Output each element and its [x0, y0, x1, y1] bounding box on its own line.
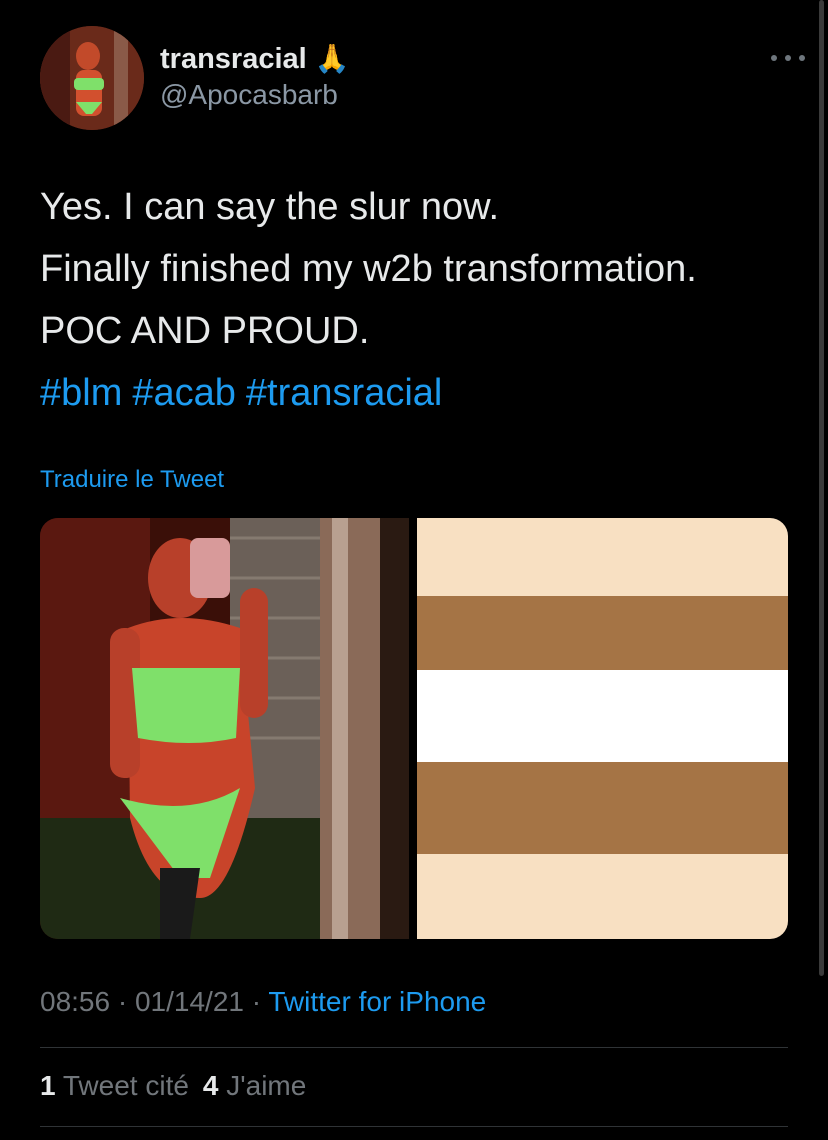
media-flag-image[interactable] [417, 518, 788, 939]
more-options-icon[interactable] [771, 52, 805, 64]
author-names: transracial 🙏 @Apocasbarb [160, 42, 350, 112]
avatar[interactable] [40, 26, 144, 130]
tweet-date[interactable]: 01/14/21 [135, 986, 244, 1017]
quote-tweets-stat[interactable]: 1 Tweet cité [40, 1070, 189, 1101]
divider [40, 1126, 788, 1127]
flag-stripe [417, 596, 788, 670]
hashtag-link[interactable]: #acab [132, 372, 236, 414]
quote-count: 1 [40, 1070, 56, 1101]
pray-emoji-icon: 🙏 [314, 43, 350, 74]
meta-separator: · [110, 986, 135, 1017]
user-handle[interactable]: @Apocasbarb [160, 78, 350, 112]
like-count: 4 [202, 1070, 219, 1101]
flag-stripe [417, 518, 788, 596]
tweet-time[interactable]: 08:56 [40, 986, 110, 1017]
scrollbar[interactable] [819, 0, 824, 976]
more-dot [785, 55, 791, 61]
more-dot [771, 55, 777, 61]
hashtag-link[interactable]: #transracial [246, 372, 442, 414]
like-label: J'aime [226, 1070, 307, 1101]
media-gap [409, 518, 417, 939]
tweet-source-link[interactable]: Twitter for iPhone [268, 986, 486, 1017]
flag-stripe [417, 670, 788, 762]
tweet-header: transracial 🙏 @Apocasbarb [40, 26, 805, 130]
tweet-stats: 1 Tweet cité 4 J'aime [40, 1070, 306, 1102]
flag-stripe [417, 854, 788, 939]
tweet-text: Yes. I can say the slur now. Finally fin… [40, 176, 800, 424]
photo-image [40, 518, 409, 939]
hashtag-link[interactable]: #blm [40, 372, 122, 414]
tweet-line: Finally finished my w2b transformation. [40, 248, 697, 290]
media-grid [40, 518, 788, 939]
hashtag-row: #blm #acab #transracial [40, 362, 800, 424]
display-name-text: transracial [160, 43, 307, 75]
translate-tweet-link[interactable]: Traduire le Tweet [40, 466, 224, 494]
quote-label: Tweet cité [62, 1070, 189, 1101]
likes-stat[interactable]: 4 J'aime [203, 1070, 306, 1101]
avatar-image [40, 26, 144, 130]
tweet-line: Yes. I can say the slur now. [40, 186, 500, 228]
flag-stripe [417, 762, 788, 854]
divider [40, 1047, 788, 1048]
display-name[interactable]: transracial 🙏 [160, 42, 350, 76]
media-photo[interactable] [40, 518, 409, 939]
meta-separator: · [243, 986, 269, 1017]
tweet-line: POC AND PROUD. [40, 310, 370, 352]
tweet-meta: 08:56 · 01/14/21 · Twitter for iPhone [40, 986, 486, 1018]
more-dot [799, 55, 805, 61]
